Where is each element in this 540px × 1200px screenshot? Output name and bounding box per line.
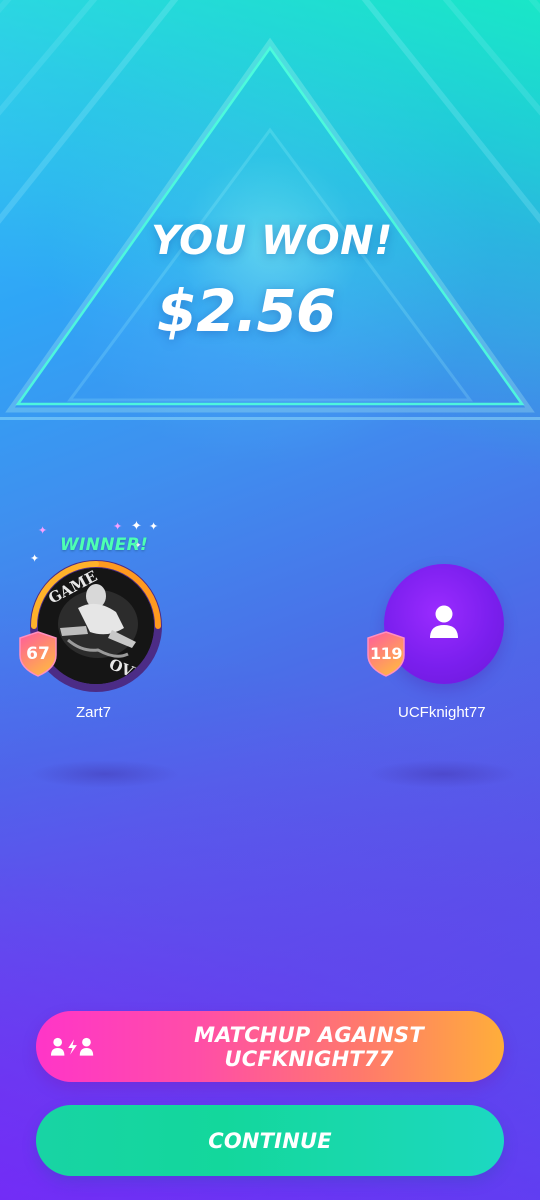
right-level-badge: 119 [366, 631, 406, 677]
right-level-number: 119 [370, 644, 402, 663]
result-title: YOU WON! [151, 218, 393, 264]
sparkle-icon: ✦ [149, 521, 159, 533]
sparkle-icon: ✦ [38, 525, 48, 537]
left-player-shadow [30, 760, 180, 788]
left-player-name: Zart7 [76, 704, 112, 721]
right-player-shadow [368, 760, 518, 788]
matchup-button[interactable]: MATCHUP AGAINST UCFKNIGHT77 [36, 1011, 504, 1082]
game-result-screen: YOU WON! $2.56 ✦ ✦ ✦ ✦ ✦ ✦ WINNER! GAME … [0, 0, 540, 1200]
winner-label: WINNER! [60, 535, 149, 555]
left-level-badge: 67 [18, 631, 58, 677]
left-level-number: 67 [26, 644, 50, 664]
right-player-name: UCFknight77 [398, 704, 486, 721]
winnings-amount: $2.56 [156, 277, 336, 345]
sparkle-icon: ✦ [113, 521, 123, 533]
continue-button[interactable]: CONTINUE [36, 1105, 504, 1176]
sparkle-icon: ✦ [131, 518, 142, 533]
continue-button-label: CONTINUE [208, 1128, 332, 1153]
players-versus-icon [50, 1037, 94, 1056]
person-icon [430, 605, 458, 638]
background-triangle-beams [0, 0, 540, 420]
matchup-button-label: MATCHUP AGAINST UCFKNIGHT77 [194, 1022, 424, 1071]
